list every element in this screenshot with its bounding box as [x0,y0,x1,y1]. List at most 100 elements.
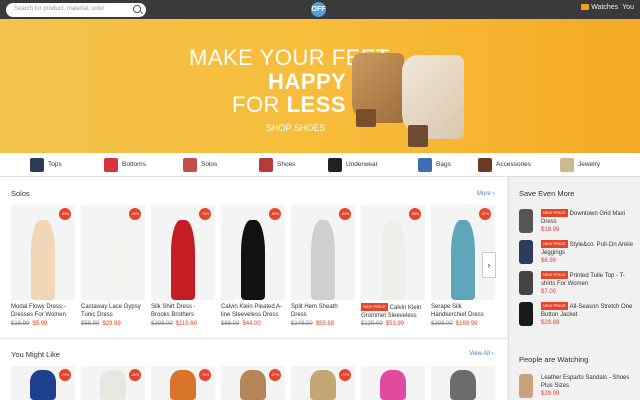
product-name[interactable]: Castaway Lace Gypsy Tunic Dress [81,303,145,319]
product-card[interactable]: -69% Modal Flowy Dress - Dresses For Wome… [11,205,75,327]
old-price: $398.00 [151,321,173,327]
new-price-badge: NEW PRICE [541,240,568,248]
product-prices: $88.00 $44.00 [221,321,285,327]
recommended-card[interactable]: -72% [291,366,355,400]
save-item-text[interactable]: NEW PRICE All-Season Stretch One Button J… [541,302,639,327]
watches-link[interactable]: Watches [591,4,618,11]
view-all-link[interactable]: View All › [469,351,494,357]
save-item-price: $29.88 [541,320,560,326]
dress-figure [451,220,475,300]
product-name[interactable]: Serape Silk Handkerchief Dress [431,303,495,319]
product-name-text[interactable]: Serape Silk Handkerchief Dress [431,304,484,318]
product-image[interactable]: -70% [151,366,215,400]
product-card[interactable]: -70% Silk Shirt Dress - Brooks Brothers $3… [151,205,215,327]
watching-item-price: $29.99 [541,391,560,397]
product-image[interactable]: -72% [291,366,355,400]
product-image[interactable]: -79% [11,366,75,400]
save-item-text[interactable]: NEW PRICE Printed Tulle Top - T-shirts Fo… [541,271,639,296]
product-name[interactable]: NEW PRICE Calvin Klein Grommet Sleeveless [361,303,425,319]
product-name-text[interactable]: Castaway Lace Gypsy Tunic Dress [81,304,141,318]
category-label: Jewelry [578,161,601,168]
solos-next-arrow[interactable]: › [482,252,496,278]
watches-icon [581,4,590,11]
product-image[interactable]: -60% [291,205,355,300]
discount-badge: -79% [59,369,71,381]
save-even-more-title: Save Even More [519,189,575,198]
product-name[interactable]: Split Hem Sheath Dress [291,303,355,319]
you-link[interactable]: You [622,4,634,11]
watching-item-image[interactable] [519,374,533,398]
search-input[interactable]: Search for product, material, color [6,3,146,17]
hero-banner[interactable]: MAKE YOUR FEET HAPPY FOR LESS SHOP SHOES [0,19,640,177]
old-price: $18.99 [11,321,30,327]
might-like-title: You Might Like [11,350,60,359]
site-logo[interactable]: OFF [311,2,326,17]
save-item-price: $19.99 [541,227,560,233]
product-image[interactable]: -40% [81,366,145,400]
product-name-text[interactable]: Split Hem Sheath Dress [291,304,338,318]
solos-icon [183,158,197,172]
solos-title: Solos [11,189,30,198]
save-item-image[interactable] [519,209,533,233]
recommended-card[interactable]: -40% [81,366,145,400]
category-label: Tops [48,161,62,168]
bags-icon [418,158,432,172]
product-name-text[interactable]: Modal Flowy Dress - Dresses For Women [11,304,66,318]
product-image[interactable] [361,366,425,400]
sale-price: $53.99 [385,321,405,327]
recommended-card[interactable]: -67% [221,366,285,400]
old-price: $129.00 [361,321,383,327]
shop-shoes-link[interactable]: SHOP SHOES [266,123,325,133]
underwear-icon [328,158,342,172]
product-image[interactable] [431,366,495,400]
product-name[interactable]: Modal Flowy Dress - Dresses For Women [11,303,75,319]
top-right-nav: Watches You [581,4,634,11]
recommended-card[interactable]: -79% [11,366,75,400]
watching-item-text[interactable]: Leather Esparto Sandals - Shoes Plus Siz… [541,374,639,398]
save-item-price: $7.00 [541,289,557,295]
discount-badge: -69% [59,208,71,220]
recommended-card[interactable] [431,366,495,400]
solos-more-link[interactable]: More › [477,191,494,197]
cream-boot-image [402,55,464,147]
product-image[interactable]: -67% [221,366,285,400]
product-name[interactable]: Silk Shirt Dress - Brooks Brothers [151,303,215,319]
product-card[interactable]: -50% Calvin Klein Pleated A-line Sleevele… [221,205,285,327]
new-price-badge: NEW PRICE [361,303,388,311]
save-item-image[interactable] [519,302,533,326]
product-image[interactable]: -69% [11,205,75,300]
hero-line-3a: FOR [232,92,280,117]
jewelry-icon [560,158,574,172]
category-bar: Tops Bottoms Solos Shoes Underwear Bags Access… [0,153,640,177]
discount-badge: -70% [199,369,211,381]
recommended-card[interactable] [361,366,425,400]
save-item-price: $6.99 [541,258,557,264]
search-icon[interactable] [133,5,141,13]
watching-item-name[interactable]: Leather Esparto Sandals - Shoes Plus Siz… [541,375,629,389]
product-card[interactable]: -60% Split Hem Sheath Dress $148.00 $59.88 [291,205,355,327]
save-item-text[interactable]: NEW PRICE Style&co. Pull-On Ankle Jegging… [541,240,639,265]
product-name-text[interactable]: Silk Shirt Dress - Brooks Brothers [151,304,196,318]
dress-figure [31,220,55,300]
product-image[interactable]: -50% [221,205,285,300]
product-card[interactable]: -58% NEW PRICE Calvin Klein Grommet Sleeve… [361,205,425,327]
product-prices: $129.00 $53.99 [361,321,425,327]
recommended-card[interactable]: -70% [151,366,215,400]
product-image[interactable]: -70% [151,205,215,300]
product-figure [240,370,266,400]
top-bar: Search for product, material, color OFF … [0,0,640,19]
product-image[interactable]: -58% [361,205,425,300]
product-figure [450,370,476,400]
save-item-image[interactable] [519,271,533,295]
dress-figure [241,220,265,300]
product-image[interactable]: -49% [81,205,145,300]
product-figure [170,370,196,400]
save-item-image[interactable] [519,240,533,264]
product-prices: $18.99 $5.99 [11,321,75,327]
product-card[interactable]: -49% Castaway Lace Gypsy Tunic Dress $58.9… [81,205,145,327]
product-name[interactable]: Calvin Klein Pleated A-line Sleeveless D… [221,303,285,319]
sale-price: $44.00 [242,321,261,327]
product-name-text[interactable]: Calvin Klein Pleated A-line Sleeveless D… [221,304,282,318]
save-item-text[interactable]: NEW PRICE Downtown Grid Maxi Dress $19.99 [541,209,639,234]
discount-badge: -72% [339,369,351,381]
